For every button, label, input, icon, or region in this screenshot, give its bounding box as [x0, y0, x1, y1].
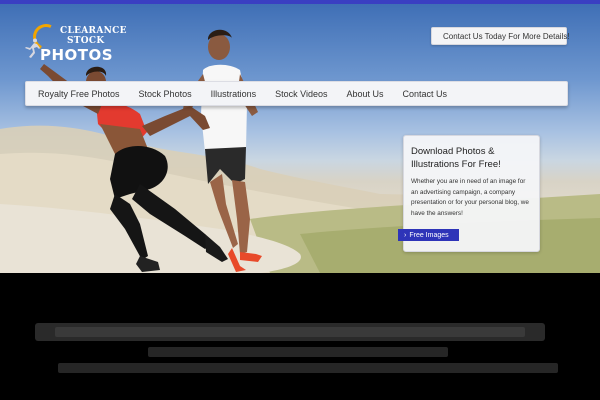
lower-section	[0, 273, 600, 400]
contact-us-button[interactable]: Contact Us Today For More Details!	[431, 27, 570, 45]
nav-item-about-us[interactable]: About Us	[346, 89, 383, 99]
logo-text-clearance: CLEARANCE	[60, 26, 127, 36]
logo-text-stock: STOCK	[67, 36, 105, 46]
free-images-label: Free Images	[409, 231, 449, 239]
blurred-heading	[35, 323, 545, 341]
blurred-subtext	[58, 347, 558, 373]
hero-banner: ou	[0, 4, 600, 273]
page: ou	[0, 0, 600, 400]
promo-body: Whether you are in need of an image for …	[411, 178, 529, 217]
logo-text-photos: PHOTOS	[40, 46, 114, 64]
site-logo[interactable]: CLEARANCE STOCK PHOTOS	[22, 20, 126, 66]
contact-us-label: Contact Us Today For More Details!	[443, 31, 570, 41]
main-nav: Royalty Free Photos Stock Photos Illustr…	[25, 81, 568, 106]
nav-item-illustrations[interactable]: Illustrations	[211, 89, 257, 99]
nav-item-royalty-free-photos[interactable]: Royalty Free Photos	[38, 89, 120, 99]
nav-item-stock-videos[interactable]: Stock Videos	[275, 89, 327, 99]
chevron-right-icon: ›	[404, 231, 407, 239]
promo-title: Download Photos & Illustrations For Free…	[411, 146, 501, 170]
nav-item-stock-photos[interactable]: Stock Photos	[139, 89, 192, 99]
nav-item-contact-us[interactable]: Contact Us	[403, 89, 448, 99]
runner-logo-icon	[25, 38, 40, 58]
free-images-button[interactable]: › Free Images	[398, 229, 459, 241]
